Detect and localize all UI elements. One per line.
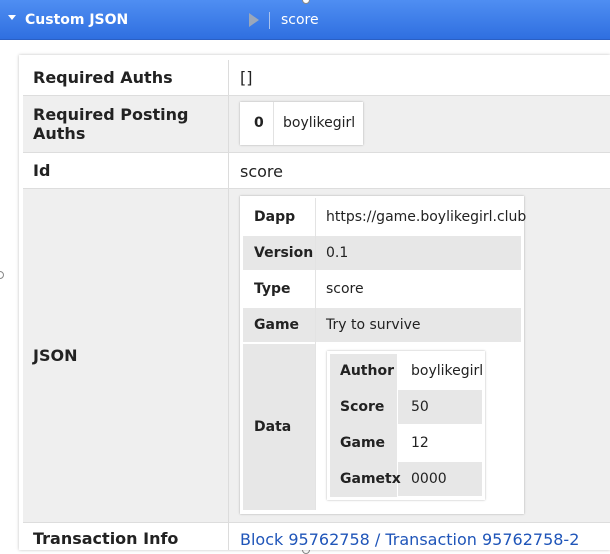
transaction-info-links: Block 95762758 / Transaction 95762758-2	[240, 530, 579, 549]
score-value: 50	[411, 399, 429, 415]
block-link[interactable]: Block 95762758	[240, 530, 370, 549]
id-value: score	[240, 162, 283, 181]
required-auths-value: []	[240, 68, 253, 87]
json-key-divider	[315, 198, 316, 510]
posting-auth-index: 0	[254, 115, 264, 131]
row-id: Id score	[23, 153, 610, 188]
transaction-info-value-cell: Block 95762758 / Transaction 95762758-2	[240, 523, 610, 550]
data-game-value: 12	[411, 435, 429, 451]
data-key: Data	[254, 419, 292, 435]
author-key: Author	[340, 363, 394, 379]
header-divider	[269, 12, 270, 29]
score-key: Score	[340, 399, 385, 415]
dapp-key: Dapp	[254, 209, 296, 225]
transaction-link[interactable]: Transaction 95762758-2	[385, 530, 579, 549]
json-data-table: Author boylikegirl Score 50 Game 12 Game…	[327, 351, 485, 500]
dapp-value: https://game.boylikegirl.club	[326, 209, 527, 225]
operation-title: Custom JSON	[25, 12, 129, 28]
index-divider	[273, 102, 274, 145]
posting-auth-account: boylikegirl	[283, 115, 356, 131]
operation-id-summary: score	[281, 12, 319, 28]
json-value-cell: Dapp https://game.boylikegirl.club Versi…	[240, 189, 610, 522]
required-auths-value-cell: []	[240, 60, 610, 95]
json-label: JSON	[23, 189, 229, 522]
required-auths-label: Required Auths	[23, 60, 229, 95]
transaction-separator: /	[374, 530, 381, 549]
author-link[interactable]: boylikegirl	[411, 363, 483, 379]
required-posting-auths-label: Required Posting Auths	[23, 96, 229, 152]
custom-json-header[interactable]: Custom JSON score	[0, 0, 610, 40]
version-key: Version	[254, 245, 314, 261]
data-game-key: Game	[340, 435, 386, 451]
id-value-cell: score	[240, 153, 610, 188]
type-key: Type	[254, 281, 291, 297]
game-value: Try to survive	[326, 317, 421, 333]
posting-auths-table: 0 boylikegirl	[240, 102, 363, 145]
id-label: Id	[23, 153, 229, 188]
gametx-value: 0000	[411, 471, 447, 487]
play-arrow-icon	[249, 13, 259, 27]
game-key: Game	[254, 317, 300, 333]
row-required-auths: Required Auths []	[23, 60, 610, 95]
json-table: Dapp https://game.boylikegirl.club Versi…	[240, 196, 527, 514]
transaction-info-label: Transaction Info	[23, 523, 229, 550]
row-required-posting-auths: Required Posting Auths 0 boylikegirl	[23, 96, 610, 152]
collapse-caret-icon[interactable]	[8, 15, 16, 20]
required-posting-auths-value-cell: 0 boylikegirl	[240, 96, 610, 152]
gametx-key: Gametx	[340, 471, 401, 487]
resize-handle-left[interactable]	[0, 271, 4, 279]
row-json: JSON Dapp https://game.boylikegirl.club …	[23, 189, 610, 522]
version-value: 0.1	[326, 245, 349, 261]
type-value: score	[326, 281, 364, 297]
row-transaction-info: Transaction Info Block 95762758 / Transa…	[23, 523, 610, 550]
